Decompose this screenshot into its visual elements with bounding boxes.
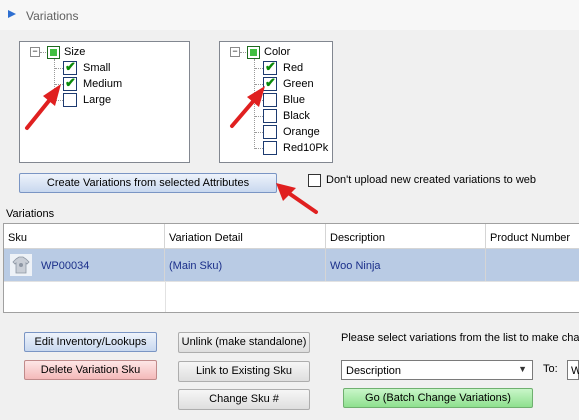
color-red-checkbox[interactable]: ✔ xyxy=(263,59,277,75)
sku-cell[interactable]: WP00034 xyxy=(4,249,165,281)
batch-instruction-text: Please select variations from the list t… xyxy=(341,332,579,344)
color-orange-checkbox[interactable] xyxy=(263,125,277,139)
color-attribute-tree[interactable]: − Color ✔ Red ✔ Green Blue Black Orange … xyxy=(219,41,333,163)
sku-value: WP00034 xyxy=(41,260,90,272)
batch-field-select[interactable]: Description ▼ xyxy=(341,360,533,380)
title-bar: Variations xyxy=(0,0,579,30)
size-root-label: Size xyxy=(64,46,86,58)
create-variations-button[interactable]: Create Variations from selected Attribut… xyxy=(19,173,277,193)
color-black-checkbox[interactable] xyxy=(263,109,277,123)
column-header-sku[interactable]: Sku xyxy=(4,224,165,249)
size-small-checkbox[interactable]: ✔ xyxy=(63,59,77,75)
link-existing-button[interactable]: Link to Existing Sku xyxy=(178,361,310,382)
table-row[interactable]: WP00034 (Main Sku) Woo Ninja xyxy=(4,249,579,281)
unlink-button[interactable]: Unlink (make standalone) xyxy=(178,332,310,353)
color-root-checkbox[interactable] xyxy=(247,46,260,59)
color-blue-checkbox[interactable] xyxy=(263,93,277,107)
size-large-checkbox[interactable] xyxy=(63,93,77,107)
column-header-description[interactable]: Description xyxy=(326,224,486,249)
variations-grid[interactable]: Sku Variation Detail Description Product… xyxy=(3,223,579,313)
dont-upload-label: Don't upload new created variations to w… xyxy=(326,174,537,186)
size-medium-label: Medium xyxy=(83,78,123,90)
color-red10pk-label: Red10Pk xyxy=(283,142,329,154)
size-root-checkbox[interactable] xyxy=(47,46,60,59)
size-collapse-toggle[interactable]: − xyxy=(30,47,40,57)
edit-inventory-button[interactable]: Edit Inventory/Lookups xyxy=(24,332,157,352)
product-number-cell[interactable] xyxy=(486,249,579,281)
column-header-variation-detail[interactable]: Variation Detail xyxy=(165,224,326,249)
color-blue-label: Blue xyxy=(283,94,306,106)
size-small-label: Small xyxy=(83,62,111,74)
color-root-label: Color xyxy=(264,46,291,58)
batch-to-input[interactable]: W xyxy=(567,360,579,380)
size-attribute-tree[interactable]: − Size ✔ Small ✔ Medium Large xyxy=(19,41,190,163)
tshirt-icon xyxy=(10,254,32,276)
red-arrow-icon xyxy=(276,183,318,214)
change-sku-button[interactable]: Change Sku # xyxy=(178,389,310,410)
go-batch-change-button[interactable]: Go (Batch Change Variations) xyxy=(343,388,533,408)
delete-variation-button[interactable]: Delete Variation Sku xyxy=(24,360,157,380)
color-collapse-toggle[interactable]: − xyxy=(230,47,240,57)
batch-field-value: Description xyxy=(346,365,402,377)
column-header-product-number[interactable]: Product Number xyxy=(486,224,579,249)
column-divider xyxy=(165,281,166,312)
window-icon xyxy=(8,10,16,18)
color-green-label: Green xyxy=(283,78,314,90)
window-title: Variations xyxy=(26,9,79,23)
variations-group-label: Variations xyxy=(6,208,55,220)
to-label: To: xyxy=(543,363,558,375)
color-green-checkbox[interactable]: ✔ xyxy=(263,75,277,91)
batch-to-value: W xyxy=(571,365,579,377)
dont-upload-checkbox[interactable] xyxy=(308,174,321,187)
color-orange-label: Orange xyxy=(283,126,320,138)
size-large-label: Large xyxy=(83,94,112,106)
chevron-down-icon: ▼ xyxy=(518,364,527,374)
row-divider xyxy=(4,281,579,282)
color-black-label: Black xyxy=(283,110,310,122)
variation-detail-cell[interactable]: (Main Sku) xyxy=(165,249,326,281)
size-medium-checkbox[interactable]: ✔ xyxy=(63,75,77,91)
description-cell[interactable]: Woo Ninja xyxy=(326,249,486,281)
color-red10pk-checkbox[interactable] xyxy=(263,141,277,155)
color-red-label: Red xyxy=(283,62,304,74)
